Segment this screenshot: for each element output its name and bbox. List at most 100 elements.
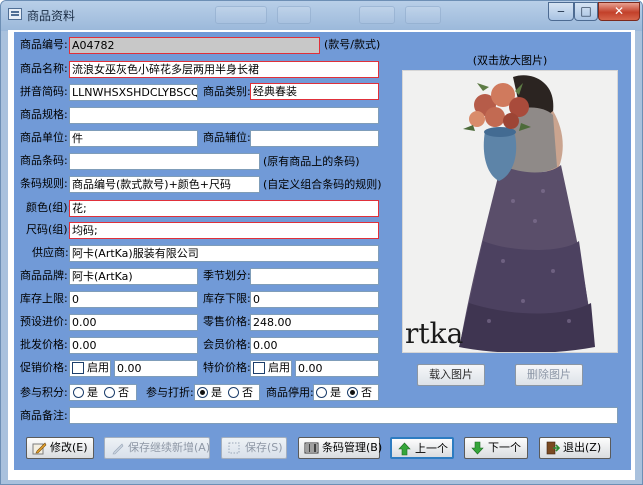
delete-image-button[interactable]: 删除图片 (515, 364, 583, 386)
product-name-field[interactable]: 流浪女巫灰色小碎花多层两用半身长裙 (69, 61, 379, 78)
brand-watermark: rtka (405, 317, 464, 350)
remark-label: 商品备注: (20, 409, 68, 422)
barcode-manage-button[interactable]: 条码管理(B) (298, 437, 382, 459)
disabled-no-label: 否 (361, 386, 372, 399)
product-photo[interactable]: rtka (402, 70, 618, 353)
points-no-label: 否 (118, 386, 129, 399)
disabled-label: 商品停用: (266, 386, 314, 399)
discount-yes-radio[interactable] (197, 387, 208, 398)
code-hint: (款号/款式) (324, 38, 381, 51)
special-enable-label: 启用 (268, 361, 290, 374)
pencil-icon (112, 443, 124, 455)
spec-field[interactable] (69, 107, 379, 124)
disabled-yes-label: 是 (330, 386, 341, 399)
discount-yes-label: 是 (211, 386, 222, 399)
background-tab-ghost (359, 6, 395, 24)
special-price-field[interactable]: 0.00 (295, 360, 379, 377)
category-field[interactable]: 经典春装 (250, 83, 379, 100)
window-title: 商品资料 (27, 9, 76, 23)
color-group-field[interactable]: 花; (69, 200, 379, 217)
stock-min-label: 库存下限: (203, 292, 251, 305)
stock-max-label: 库存上限: (20, 292, 68, 305)
disabled-no-radio[interactable] (347, 387, 358, 398)
preset-price-field[interactable]: 0.00 (69, 314, 198, 331)
disabled-yes-radio[interactable] (316, 387, 327, 398)
discount-no-label: 否 (242, 386, 253, 399)
points-no-radio[interactable] (104, 387, 115, 398)
retail-price-field[interactable]: 248.00 (250, 314, 379, 331)
previous-button[interactable]: 上一个 (390, 437, 454, 459)
promo-enable-label: 启用 (87, 361, 109, 374)
season-field[interactable] (250, 268, 379, 285)
special-price-label: 特价价格: (203, 361, 251, 374)
background-tab-ghost (215, 6, 267, 24)
stock-max-field[interactable]: 0 (69, 291, 198, 308)
unit-label: 商品单位: (20, 131, 68, 144)
model-photo-illustration (403, 71, 617, 352)
size-group-field[interactable]: 均码; (69, 222, 379, 239)
barcode-rule-hint: (自定义组合条码的规则) (263, 178, 382, 191)
color-label: 颜色(组): (26, 201, 72, 214)
brand-field[interactable]: 阿卡(ArtKa) (69, 268, 198, 285)
save-and-new-label: 保存继续新增(A) (128, 441, 211, 454)
aux-unit-label: 商品辅位: (203, 131, 251, 144)
points-label: 参与积分: (20, 386, 68, 399)
points-yes-radio[interactable] (73, 387, 84, 398)
save-and-new-button[interactable]: 保存继续新增(A) (104, 437, 210, 459)
promo-enable-checkbox[interactable] (72, 362, 84, 374)
title-bar[interactable]: 商品资料 ‒ □ ✕ (1, 1, 642, 31)
barcode-field[interactable] (69, 153, 260, 170)
code-label: 商品编号: (20, 38, 68, 51)
wholesale-price-label: 批发价格: (20, 338, 68, 351)
product-code-field[interactable]: A04782 (69, 37, 320, 54)
member-price-field[interactable]: 0.00 (250, 337, 379, 354)
pinyin-field[interactable]: LLNWHSXSHDCLYBSCQ (69, 84, 198, 101)
barcode-rule-label: 条码规则: (20, 177, 68, 190)
remark-field[interactable] (69, 407, 618, 424)
save-button-label: 保存(S) (245, 441, 283, 454)
exit-button[interactable]: 退出(Z) (539, 437, 611, 459)
name-label: 商品名称: (20, 62, 68, 75)
stock-min-field[interactable]: 0 (250, 291, 379, 308)
close-icon: ✕ (613, 4, 625, 18)
minimize-icon: ‒ (557, 4, 565, 18)
discount-no-radio[interactable] (228, 387, 239, 398)
save-button[interactable]: 保存(S) (221, 437, 287, 459)
category-label: 商品类别: (203, 85, 251, 98)
minimize-button[interactable]: ‒ (548, 2, 574, 21)
points-yes-label: 是 (87, 386, 98, 399)
maximize-icon: □ (580, 4, 592, 18)
season-label: 季节划分: (203, 269, 251, 282)
background-tab-ghost (405, 6, 441, 24)
barcode-label: 商品条码: (20, 154, 68, 167)
promo-price-label: 促销价格: (20, 361, 68, 374)
unit-field[interactable]: 件 (69, 130, 198, 147)
next-button[interactable]: 下一个 (464, 437, 528, 459)
discount-label: 参与打折: (146, 386, 194, 399)
next-button-label: 下一个 (488, 441, 521, 454)
barcode-rule-field[interactable]: 商品编号(款式款号)+颜色+尺码 (69, 176, 260, 193)
close-button[interactable]: ✕ (598, 2, 640, 21)
member-price-label: 会员价格: (203, 338, 251, 351)
supplier-label: 供应商: (32, 246, 69, 259)
supplier-field[interactable]: 阿卡(ArtKa)服装有限公司 (69, 245, 379, 262)
window-app-icon (8, 8, 22, 20)
aux-unit-field[interactable] (250, 130, 379, 147)
edit-button-label: 修改(E) (50, 441, 88, 454)
maximize-button[interactable]: □ (574, 2, 598, 21)
background-tab-ghost (277, 6, 311, 24)
pinyin-label: 拼音简码: (20, 85, 68, 98)
spec-label: 商品规格: (20, 108, 68, 121)
load-image-button[interactable]: 载入图片 (417, 364, 485, 386)
arrow-up-icon (398, 442, 411, 456)
brand-label: 商品品牌: (20, 269, 68, 282)
pencil-icon (32, 442, 47, 455)
preset-price-label: 预设进价: (20, 315, 68, 328)
special-enable-checkbox[interactable] (253, 362, 265, 374)
barcode-icon (304, 442, 319, 454)
edit-button[interactable]: 修改(E) (26, 437, 94, 459)
promo-price-field[interactable]: 0.00 (114, 360, 198, 377)
exit-door-icon (546, 441, 560, 455)
photo-hint: (双击放大图片) (472, 54, 548, 67)
wholesale-price-field[interactable]: 0.00 (69, 337, 198, 354)
